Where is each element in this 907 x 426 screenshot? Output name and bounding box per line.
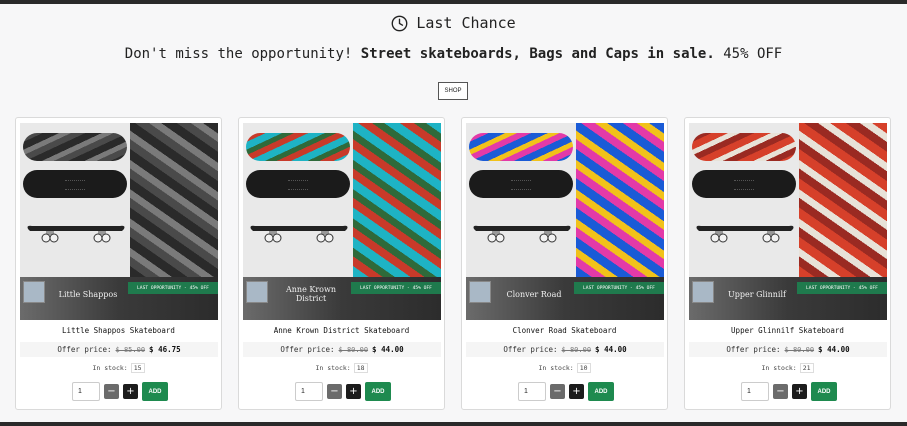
cart-controls: 1 − + ADD (518, 382, 614, 401)
skateboard-side-icon (473, 225, 571, 243)
price-row: Offer price: $ 80.00 $ 44.00 (243, 342, 441, 357)
quantity-input[interactable]: 1 (518, 382, 546, 401)
top-bar (0, 0, 907, 4)
new-price: $ 44.00 (818, 345, 850, 354)
deck-grip-tape (246, 170, 350, 198)
cart-controls: 1 − + ADD (72, 382, 168, 401)
old-price: $ 85.00 (115, 345, 146, 354)
quantity-input[interactable]: 1 (72, 382, 100, 401)
sale-ribbon: LAST OPPORTUNITY - 45% OFF (797, 282, 887, 294)
new-price: $ 46.75 (149, 345, 181, 354)
graffiti-wall (576, 123, 664, 277)
stock-row: In stock: 21 (685, 363, 890, 373)
sale-ribbon: LAST OPPORTUNITY - 45% OFF (351, 282, 441, 294)
price-row: Offer price: $ 80.00 $ 44.00 (689, 342, 887, 357)
product-card: Upper Glinnilf LAST OPPORTUNITY - 45% OF… (684, 117, 891, 410)
skateboard-side-icon (27, 225, 125, 243)
brand-logo-icon (692, 281, 714, 303)
brand-logo-icon (23, 281, 45, 303)
product-image[interactable]: Upper Glinnilf LAST OPPORTUNITY - 45% OF… (689, 123, 887, 320)
new-price: $ 44.00 (372, 345, 404, 354)
product-image[interactable]: Clonver Road LAST OPPORTUNITY - 45% OFF (466, 123, 664, 320)
deck-grip-tape (469, 170, 573, 198)
brand-name: Upper Glinnilf (728, 289, 786, 299)
in-stock-label: In stock: (761, 364, 797, 372)
brand-name: Little Shappos (58, 289, 118, 299)
add-to-cart-button[interactable]: ADD (811, 382, 837, 401)
add-to-cart-button[interactable]: ADD (588, 382, 614, 401)
stock-row: In stock: 15 (16, 363, 221, 373)
new-price: $ 44.00 (595, 345, 627, 354)
product-card: Anne Krown District LAST OPPORTUNITY - 4… (238, 117, 445, 410)
decrease-quantity-button[interactable]: − (104, 384, 119, 399)
offer-price-label: Offer price: (726, 345, 781, 354)
add-to-cart-button[interactable]: ADD (142, 382, 168, 401)
deck-top-graphic (469, 133, 573, 161)
clock-icon (391, 15, 408, 31)
stock-count: 15 (130, 363, 145, 373)
deck-top-graphic (23, 133, 127, 161)
section-title: Last Chance (416, 14, 516, 32)
deck-top-graphic (692, 133, 796, 161)
tagline-bold: Street skateboards, Bags and Caps in sal… (360, 46, 715, 62)
offer-price-label: Offer price: (280, 345, 335, 354)
deck-grip-tape (692, 170, 796, 198)
in-stock-label: In stock: (92, 364, 128, 372)
brand-logo-icon (469, 281, 491, 303)
bottom-bar (0, 422, 907, 426)
quantity-input[interactable]: 1 (741, 382, 769, 401)
tagline-prefix: Don't miss the opportunity! (124, 46, 361, 62)
stock-row: In stock: 10 (462, 363, 667, 373)
product-title[interactable]: Little Shappos Skateboard (16, 326, 221, 335)
price-row: Offer price: $ 80.00 $ 44.00 (466, 342, 664, 357)
offer-price-label: Offer price: (57, 345, 112, 354)
deck-grip-tape (23, 170, 127, 198)
increase-quantity-button[interactable]: + (123, 384, 138, 399)
brand-logo-icon (246, 281, 268, 303)
offer-price-label: Offer price: (503, 345, 558, 354)
increase-quantity-button[interactable]: + (569, 384, 584, 399)
brand-name: Anne Krown District (286, 285, 336, 303)
sale-ribbon: LAST OPPORTUNITY - 45% OFF (128, 282, 218, 294)
old-price: $ 80.00 (561, 345, 592, 354)
graffiti-wall (130, 123, 218, 277)
skateboard-side-icon (696, 225, 794, 243)
add-to-cart-button[interactable]: ADD (365, 382, 391, 401)
shop-button[interactable]: SHOP (438, 82, 468, 100)
skateboard-side-icon (250, 225, 348, 243)
graffiti-wall (799, 123, 887, 277)
increase-quantity-button[interactable]: + (792, 384, 807, 399)
product-image[interactable]: Little Shappos LAST OPPORTUNITY - 45% OF… (20, 123, 218, 320)
product-card: Clonver Road LAST OPPORTUNITY - 45% OFF … (461, 117, 668, 410)
brand-name: Clonver Road (506, 289, 562, 299)
product-card: Little Shappos LAST OPPORTUNITY - 45% OF… (15, 117, 222, 410)
decrease-quantity-button[interactable]: − (327, 384, 342, 399)
stock-row: In stock: 18 (239, 363, 444, 373)
price-row: Offer price: $ 85.00 $ 46.75 (20, 342, 218, 357)
in-stock-label: In stock: (538, 364, 574, 372)
old-price: $ 80.00 (338, 345, 369, 354)
cart-controls: 1 − + ADD (295, 382, 391, 401)
product-title[interactable]: Anne Krown District Skateboard (239, 326, 444, 335)
graffiti-wall (353, 123, 441, 277)
cart-controls: 1 − + ADD (741, 382, 837, 401)
tagline-suffix: 45% OFF (714, 46, 783, 62)
quantity-input[interactable]: 1 (295, 382, 323, 401)
product-title[interactable]: Upper Glinnilf Skateboard (685, 326, 890, 335)
section-heading: Last Chance (0, 14, 907, 32)
decrease-quantity-button[interactable]: − (550, 384, 565, 399)
product-title[interactable]: Clonver Road Skateboard (462, 326, 667, 335)
promo-tagline: Don't miss the opportunity! Street skate… (0, 46, 907, 62)
old-price: $ 80.00 (784, 345, 815, 354)
decrease-quantity-button[interactable]: − (773, 384, 788, 399)
product-image[interactable]: Anne Krown District LAST OPPORTUNITY - 4… (243, 123, 441, 320)
increase-quantity-button[interactable]: + (346, 384, 361, 399)
sale-ribbon: LAST OPPORTUNITY - 45% OFF (574, 282, 664, 294)
in-stock-label: In stock: (315, 364, 351, 372)
deck-top-graphic (246, 133, 350, 161)
stock-count: 21 (799, 363, 814, 373)
stock-count: 18 (353, 363, 368, 373)
stock-count: 10 (576, 363, 591, 373)
